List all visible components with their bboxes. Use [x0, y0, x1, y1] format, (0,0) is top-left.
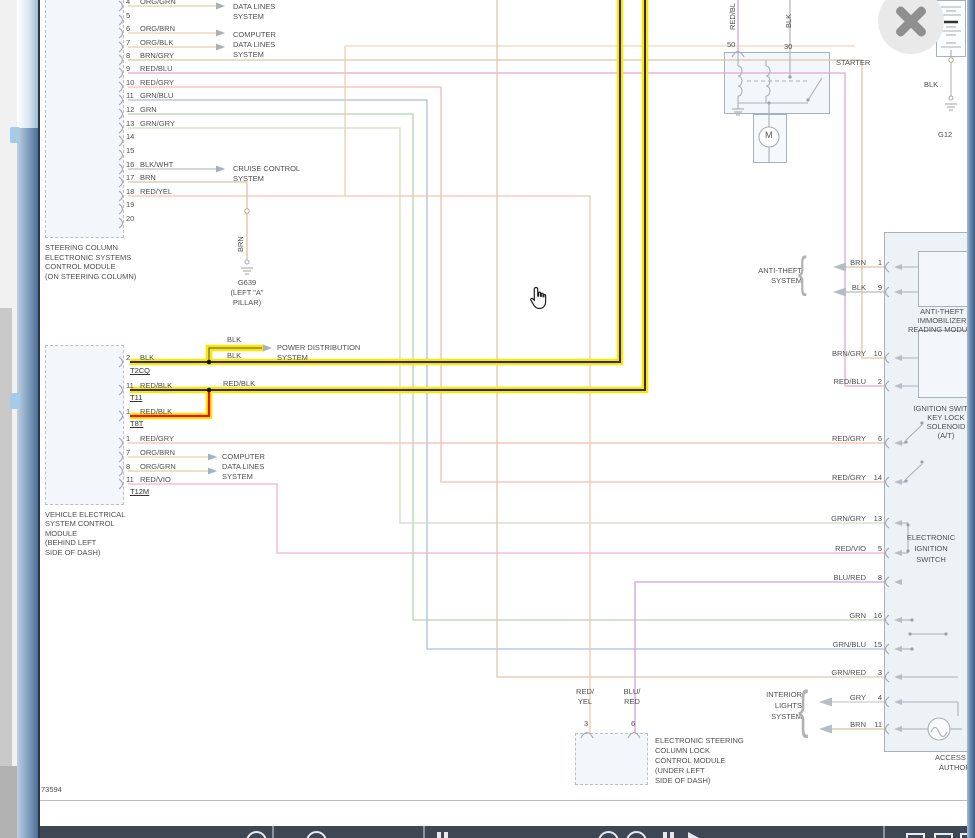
toolbar-pause-bars-1-icon[interactable] — [437, 832, 441, 838]
toolbar-pause-bars-2-icon[interactable] — [670, 832, 674, 838]
toolbar-divider — [883, 826, 885, 838]
window-edge — [38, 0, 40, 838]
toolbar-pause-bars-2-icon[interactable] — [663, 832, 667, 838]
wiring-diagram-viewer: 4567891011121314151617181920ORG/GRNORG/B… — [0, 0, 975, 838]
toolbar-forward-arrow-icon[interactable] — [688, 832, 699, 838]
bottom-margin — [40, 801, 967, 826]
left-scrollbar-track[interactable] — [17, 0, 38, 128]
toolbar-divider — [423, 826, 425, 838]
toolbar-page-1-icon[interactable] — [906, 833, 925, 838]
scrollbar-nub[interactable] — [10, 127, 20, 143]
scrollbar-nub[interactable] — [10, 393, 20, 409]
hand-cursor — [529, 286, 549, 312]
right-scrollbar[interactable] — [967, 0, 975, 838]
toolbar-zoom-circle-2-icon[interactable] — [306, 831, 327, 838]
toolbar-zoom-out-icon[interactable] — [626, 831, 647, 838]
left-bottom-panel — [0, 766, 17, 838]
toolbar-pause-bars-1-icon[interactable] — [444, 832, 448, 838]
toolbar-zoom-in-icon[interactable] — [598, 831, 619, 838]
toolbar-zoom-circle-1-icon[interactable] — [246, 831, 267, 838]
diagram-canvas[interactable] — [40, 0, 967, 800]
toolbar-page-3-icon[interactable] — [960, 833, 967, 838]
toolbar-page-2-icon[interactable] — [934, 833, 953, 838]
bottom-toolbar[interactable] — [40, 826, 967, 838]
left-gray-panel — [0, 308, 12, 766]
toolbar-divider — [272, 826, 274, 838]
